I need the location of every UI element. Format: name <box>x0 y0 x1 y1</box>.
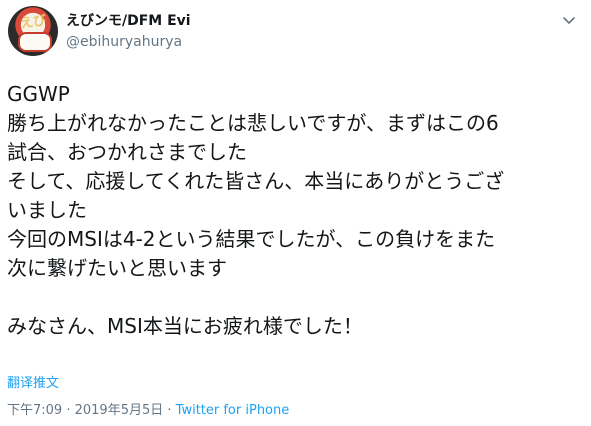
chevron-down-icon[interactable] <box>561 12 577 28</box>
tweet-meta: 下午7:09 · 2019年5月5日 · Twitter for iPhone <box>7 402 289 420</box>
author-display-name[interactable]: えびンモ/DFM Evi <box>66 12 191 30</box>
tweet-line: そして、応援してくれた皆さん、本当にありがとうござ <box>7 169 505 193</box>
tweet-time[interactable]: 下午7:09 <box>7 403 62 418</box>
avatar-illustration <box>18 32 52 52</box>
tweet-line: いました <box>7 198 87 222</box>
tweet-date[interactable]: 2019年5月5日 <box>75 403 164 418</box>
meta-separator: · <box>62 403 75 418</box>
author-username[interactable]: @ebihuryahurya <box>66 32 191 52</box>
author-block: えびンモ/DFM Evi @ebihuryahurya <box>66 12 191 52</box>
tweet-line: 次に繋げたいと思います <box>7 256 227 280</box>
tweet-client-link[interactable]: Twitter for iPhone <box>176 403 290 418</box>
meta-separator: · <box>163 403 176 418</box>
tweet-line: 勝ち上がれなかったことは悲しいですが、まずはこの6 <box>7 111 499 135</box>
tweet-card: えび えびンモ/DFM Evi @ebihuryahurya GGWP 勝ち上が… <box>0 0 591 426</box>
translate-tweet-link[interactable]: 翻译推文 <box>7 376 59 392</box>
avatar[interactable]: えび <box>8 6 58 56</box>
tweet-line: みなさん、MSI本当にお疲れ様でした！ <box>7 314 363 338</box>
tweet-line: 試合、おつかれさまでした <box>7 140 247 164</box>
tweet-text: GGWP 勝ち上がれなかったことは悲しいですが、まずはこの6 試合、おつかれさま… <box>7 80 582 341</box>
tweet-line: 今回のMSIは4-2という結果でしたが、この負けをまた <box>7 227 496 251</box>
tweet-line: GGWP <box>7 82 70 106</box>
avatar-lettering: えび <box>19 13 48 32</box>
